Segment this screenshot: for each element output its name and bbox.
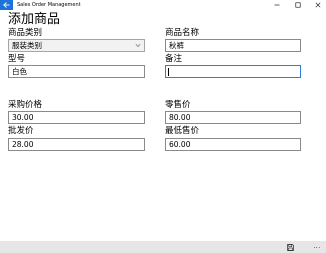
- category-value: 服装类别: [12, 41, 42, 50]
- purchase-price-input[interactable]: 30.00: [8, 111, 145, 124]
- category-select[interactable]: 服装类别: [8, 39, 145, 52]
- wholesale-price-value: 28.00: [12, 140, 34, 149]
- maximize-button[interactable]: [291, 0, 305, 10]
- category-label: 商品类别: [8, 28, 43, 38]
- min-price-input[interactable]: 60.00: [165, 138, 301, 151]
- min-price-label: 最低售价: [165, 126, 200, 136]
- maximize-icon: [295, 2, 301, 8]
- text-cursor: [168, 68, 169, 76]
- more-button[interactable]: ...: [310, 241, 324, 253]
- page-title: 添加商品: [8, 12, 61, 27]
- app-icon: [0, 0, 13, 10]
- name-label: 商品名称: [165, 28, 200, 38]
- model-input[interactable]: 白色: [8, 65, 145, 78]
- window-title: Sales Order Management: [17, 2, 81, 8]
- chevron-down-icon: [135, 43, 141, 48]
- wholesale-price-input[interactable]: 28.00: [8, 138, 145, 151]
- model-value: 白色: [12, 67, 27, 76]
- bottom-app-bar: ...: [0, 241, 326, 253]
- purchase-price-label: 采购价格: [8, 100, 43, 110]
- retail-price-input[interactable]: 80.00: [165, 111, 301, 124]
- close-icon: [315, 2, 321, 8]
- title-bar: Sales Order Management: [0, 0, 326, 10]
- wholesale-price-label: 批发价: [8, 126, 34, 136]
- retail-price-value: 80.00: [169, 113, 191, 122]
- save-button[interactable]: [284, 241, 296, 253]
- remark-input[interactable]: [165, 65, 301, 78]
- purchase-price-value: 30.00: [12, 113, 34, 122]
- save-icon: [286, 243, 294, 251]
- remark-label: 备注: [165, 54, 183, 64]
- min-price-value: 60.00: [169, 140, 191, 149]
- close-button[interactable]: [311, 0, 325, 10]
- model-label: 型号: [8, 54, 26, 64]
- name-input[interactable]: 秋裤: [165, 39, 301, 52]
- name-value: 秋裤: [169, 41, 184, 50]
- minimize-button[interactable]: [270, 0, 284, 10]
- retail-price-label: 零售价: [165, 100, 191, 110]
- minimize-icon: [274, 4, 280, 6]
